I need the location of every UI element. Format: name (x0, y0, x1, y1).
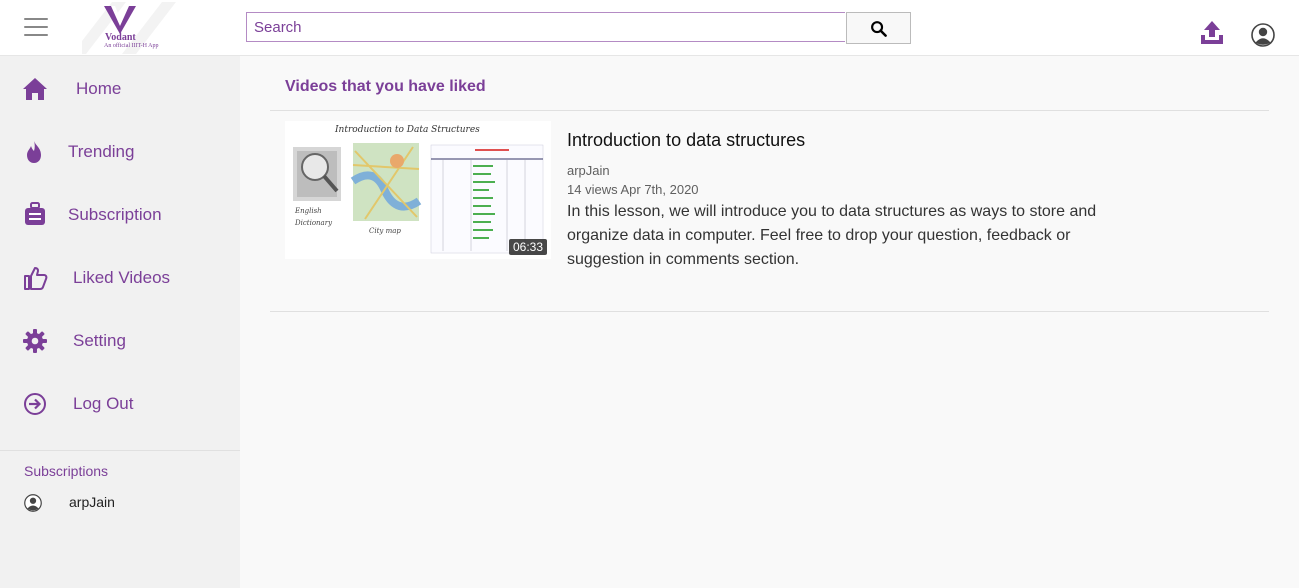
hamburger-icon[interactable] (24, 18, 48, 38)
thumbs-up-icon (24, 267, 48, 290)
search-button[interactable] (846, 12, 911, 44)
avatar-icon (24, 494, 42, 512)
sidebar-item-label: Log Out (73, 394, 134, 413)
svg-text:City map: City map (369, 227, 401, 235)
logo-tagline: An official IIIT-H App (104, 43, 159, 49)
logout-icon (24, 393, 46, 415)
top-bar: Vodant An official IIIT-H App (0, 0, 1299, 56)
divider (270, 311, 1269, 312)
sidebar-item-log-out[interactable]: Log Out (0, 383, 240, 423)
sidebar-item-label: Subscription (68, 205, 162, 224)
video-title[interactable]: Introduction to data structures (567, 130, 805, 151)
svg-text:English: English (294, 207, 322, 215)
svg-text:Dictionary: Dictionary (294, 219, 333, 227)
search-icon (871, 20, 887, 37)
divider (270, 110, 1269, 111)
video-duration: 06:33 (508, 239, 547, 255)
account-icon[interactable] (1251, 23, 1275, 47)
video-thumbnail[interactable]: Introduction to Data Structures English … (285, 121, 551, 259)
search-input[interactable] (246, 12, 845, 42)
flame-icon (27, 141, 41, 163)
page-title: Videos that you have liked (285, 78, 486, 95)
sidebar-item-setting[interactable]: Setting (0, 320, 240, 360)
logo-name: Vodant (105, 32, 136, 43)
sidebar: Home Trending Subscription Liked Videos (0, 56, 240, 588)
thumbnail-heading: Introduction to Data Structures (334, 125, 480, 135)
sidebar-item-liked-videos[interactable]: Liked Videos (0, 257, 240, 297)
home-icon (23, 78, 47, 100)
sidebar-item-subscription[interactable]: Subscription (0, 194, 240, 234)
gear-icon (23, 329, 47, 353)
subscription-item[interactable]: arpJain (24, 492, 224, 514)
sidebar-item-trending[interactable]: Trending (0, 131, 240, 171)
subscription-name: arpJain (69, 494, 115, 510)
sidebar-item-label: Setting (73, 331, 126, 350)
subscriptions-heading: Subscriptions (24, 463, 109, 479)
sidebar-item-home[interactable]: Home (0, 68, 240, 108)
sidebar-item-label: Liked Videos (73, 268, 171, 287)
upload-icon[interactable] (1199, 20, 1225, 46)
sidebar-item-label: Home (76, 79, 122, 98)
video-channel[interactable]: arpJain (567, 163, 610, 178)
subscription-icon (25, 202, 45, 225)
sidebar-item-label: Trending (68, 142, 135, 161)
sidebar-divider (0, 450, 240, 451)
video-meta: 14 views Apr 7th, 2020 (567, 182, 699, 197)
video-description: In this lesson, we will introduce you to… (567, 203, 1097, 268)
